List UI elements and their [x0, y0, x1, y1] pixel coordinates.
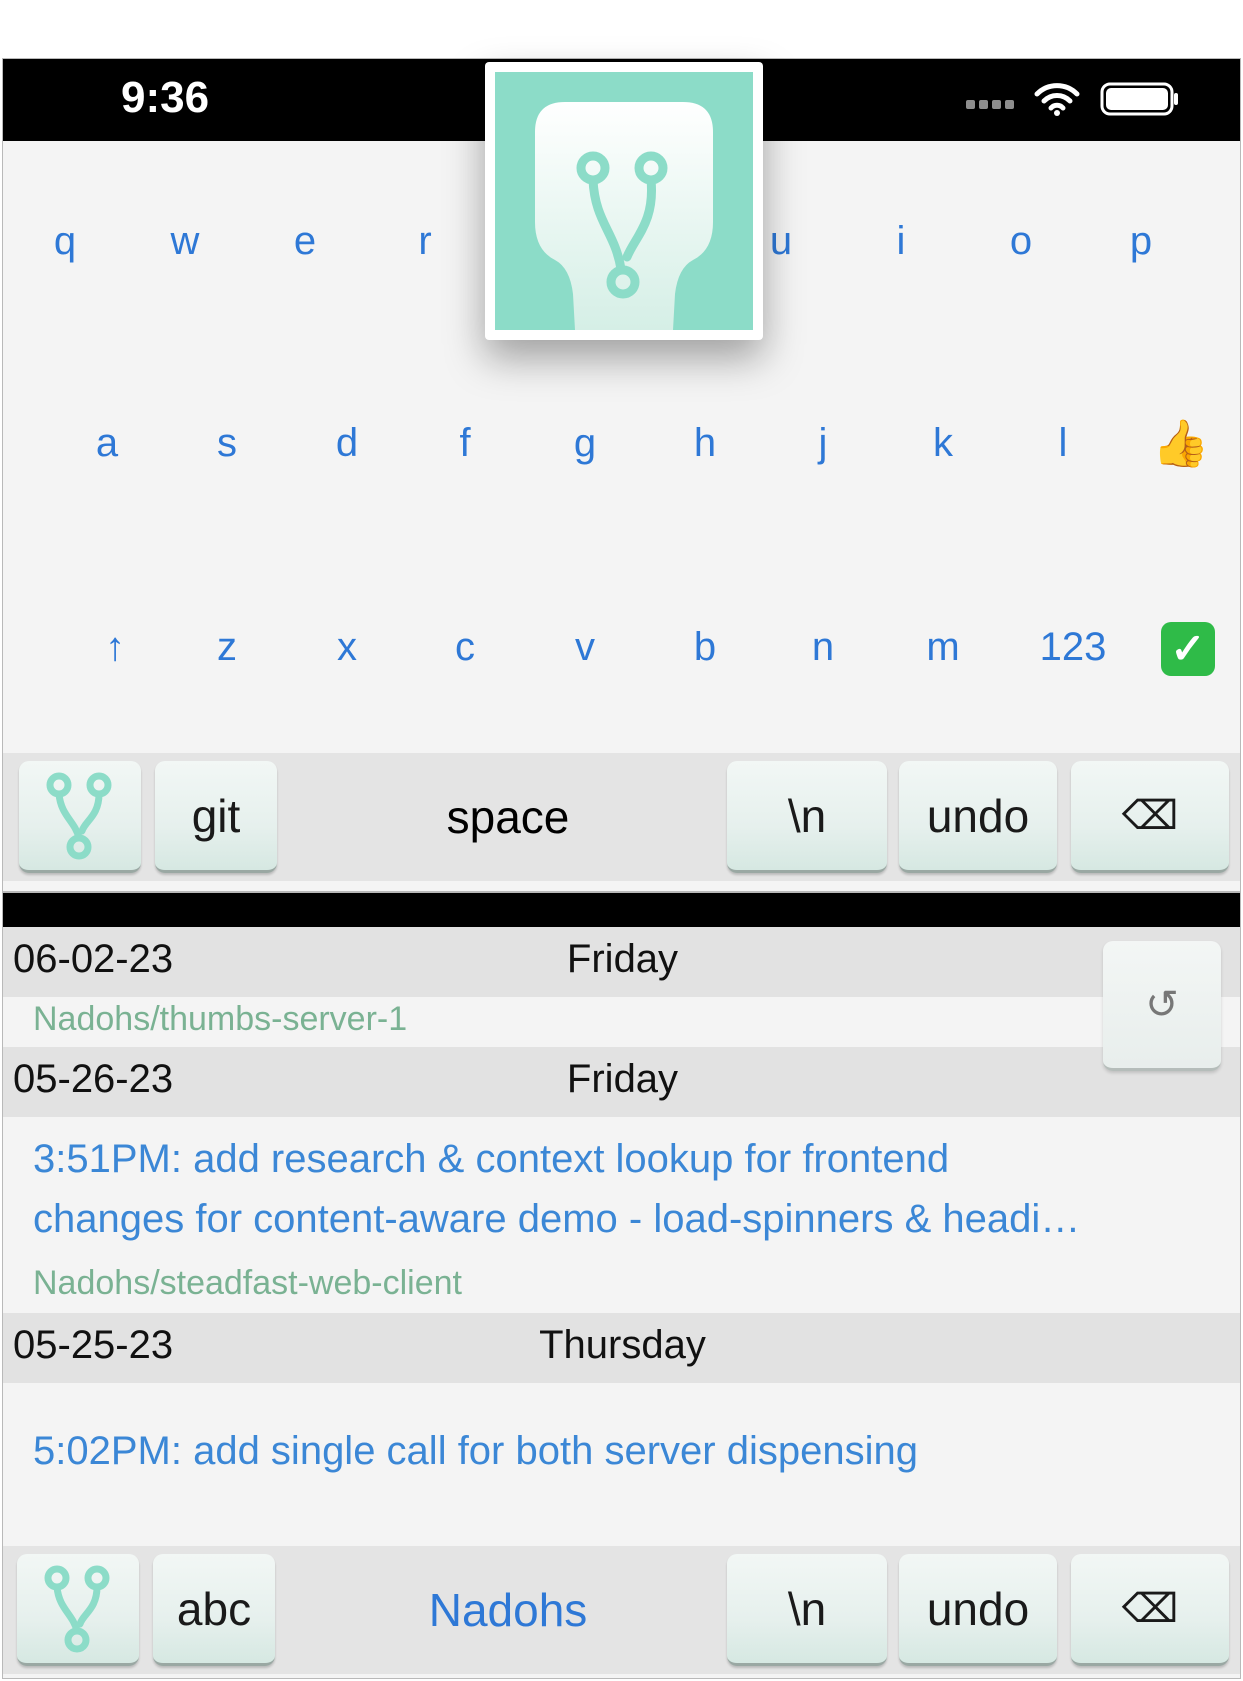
key-h[interactable]: h	[665, 403, 745, 483]
repo-link[interactable]: Nadohs/steadfast-web-client	[3, 1255, 1240, 1313]
git-button[interactable]: git	[155, 761, 277, 873]
wifi-icon	[1034, 83, 1080, 116]
backspace-icon: ⌫	[1121, 793, 1179, 838]
key-c[interactable]: c	[425, 607, 505, 687]
battery-icon	[1100, 82, 1178, 116]
git-fork-icon	[44, 1565, 110, 1652]
undo-button[interactable]: undo	[899, 1554, 1057, 1666]
date-header: 05-25-23 Thursday	[3, 1313, 1240, 1383]
key-d[interactable]: d	[307, 403, 387, 483]
key-n[interactable]: n	[783, 607, 863, 687]
commit-message-line: changes for content-aware demo - load-sp…	[33, 1197, 1081, 1241]
refresh-icon: ↺	[1145, 981, 1179, 1028]
key-thumbs-up[interactable]: 👍	[1141, 403, 1221, 483]
checkmark-icon: ✓	[1161, 622, 1215, 677]
commit-message-line: 5:02PM: add single call for both server …	[33, 1429, 918, 1473]
key-z[interactable]: z	[187, 607, 267, 687]
newline-button[interactable]: \n	[727, 1554, 887, 1666]
refresh-button[interactable]: ↺	[1103, 941, 1221, 1071]
date-header: 05-26-23 Friday	[3, 1047, 1240, 1117]
space-bar[interactable]: space	[293, 753, 723, 881]
key-k[interactable]: k	[903, 403, 983, 483]
commit-entry[interactable]: 3:51PM: add research & context lookup fo…	[3, 1117, 1240, 1255]
key-row-2: a s d f g h j k l 👍	[3, 403, 1240, 483]
keyboard-toolbar: git space \n undo ⌫	[3, 753, 1240, 881]
git-fork-icon	[46, 772, 112, 859]
abc-button[interactable]: abc	[153, 1554, 275, 1666]
app-icon	[495, 72, 753, 330]
app-logo-button[interactable]	[17, 1554, 139, 1666]
key-f[interactable]: f	[425, 403, 505, 483]
key-confirm[interactable]: ✓	[1148, 607, 1228, 687]
commit-feed-panel: ↺ 06-02-23 Friday Nadohs/thumbs-server-1…	[2, 892, 1241, 1679]
day-label: Thursday	[539, 1323, 706, 1367]
backspace-icon: ⌫	[1121, 1586, 1179, 1631]
newline-button[interactable]: \n	[727, 761, 887, 873]
commit-entry[interactable]: 5:02PM: add single call for both server …	[3, 1383, 1240, 1531]
key-r[interactable]: r	[385, 201, 465, 281]
key-j[interactable]: j	[783, 403, 863, 483]
key-l[interactable]: l	[1023, 403, 1103, 483]
day-label: Friday	[566, 937, 679, 981]
key-o[interactable]: o	[981, 201, 1061, 281]
status-time: 9:36	[121, 73, 210, 122]
commit-message-line: 3:51PM: add research & context lookup fo…	[33, 1137, 950, 1181]
key-i[interactable]: i	[861, 201, 941, 281]
key-a[interactable]: a	[67, 403, 147, 483]
backspace-button[interactable]: ⌫	[1071, 761, 1229, 873]
key-q[interactable]: q	[25, 201, 105, 281]
key-row-3: ↑ z x c v b n m 123 ✓	[3, 607, 1240, 687]
key-g[interactable]: g	[545, 403, 625, 483]
key-m[interactable]: m	[903, 607, 983, 687]
signal-icon	[966, 99, 1014, 109]
status-icons	[966, 81, 1180, 117]
day-label: Friday	[566, 1057, 679, 1101]
undo-button[interactable]: undo	[899, 761, 1057, 873]
key-preview-popup	[485, 62, 763, 340]
key-w[interactable]: w	[145, 201, 225, 281]
user-label[interactable]: Nadohs	[293, 1546, 723, 1674]
feed-toolbar: abc Nadohs \n undo ⌫	[3, 1546, 1240, 1674]
key-s[interactable]: s	[187, 403, 267, 483]
repo-link[interactable]: Nadohs/thumbs-server-1	[3, 997, 1240, 1047]
thumbs-up-icon: 👍	[1152, 417, 1210, 469]
key-p[interactable]: p	[1101, 201, 1181, 281]
key-b[interactable]: b	[665, 607, 745, 687]
backspace-button[interactable]: ⌫	[1071, 1554, 1229, 1666]
app-logo-button[interactable]	[19, 761, 141, 873]
key-v[interactable]: v	[545, 607, 625, 687]
key-123[interactable]: 123	[1023, 607, 1123, 687]
commit-feed: 06-02-23 Friday Nadohs/thumbs-server-1 0…	[3, 927, 1240, 1531]
key-shift[interactable]: ↑	[75, 607, 155, 687]
key-x[interactable]: x	[307, 607, 387, 687]
date-header: 06-02-23 Friday	[3, 927, 1240, 997]
top-divider	[3, 893, 1240, 927]
key-e[interactable]: e	[265, 201, 345, 281]
